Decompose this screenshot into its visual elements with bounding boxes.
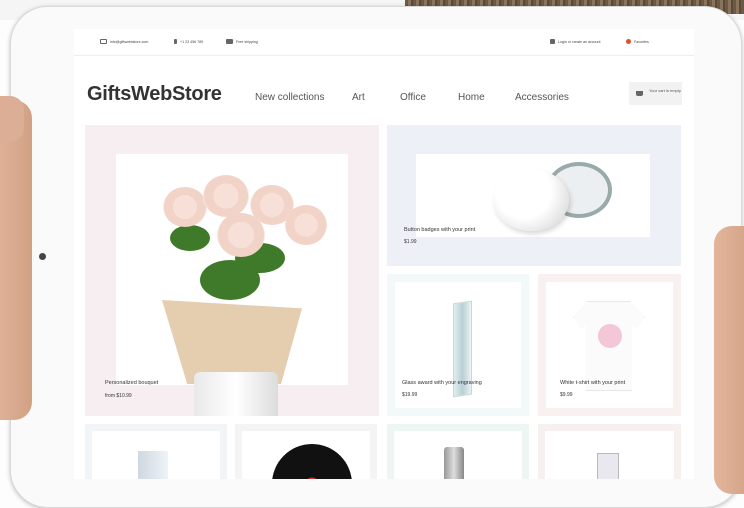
product-price: from $10.99 bbox=[105, 393, 132, 399]
store-screen: info@giftswebstore.com +1 23 456 789 Fre… bbox=[74, 29, 694, 479]
product-card-badges[interactable]: Button badges with your print $1.99 bbox=[387, 125, 681, 266]
heart-icon bbox=[626, 39, 631, 44]
phone-link[interactable]: +1 23 456 789 bbox=[174, 39, 203, 44]
nav-office[interactable]: Office bbox=[400, 92, 426, 103]
rose-image bbox=[163, 187, 207, 227]
left-thumb bbox=[0, 96, 24, 142]
tshirt-print-image bbox=[598, 324, 622, 348]
store-logo[interactable]: GiftsWebStore bbox=[87, 83, 222, 106]
product-name: Personalized bouquet bbox=[105, 380, 159, 386]
thermos-image bbox=[444, 447, 464, 479]
product-card-glass-award[interactable]: Glass award with your engraving $19.99 bbox=[387, 274, 529, 416]
product-image-frame bbox=[546, 282, 673, 408]
phone-text: +1 23 456 789 bbox=[180, 39, 204, 44]
product-image bbox=[138, 451, 168, 479]
rose-image bbox=[285, 205, 327, 245]
email-link[interactable]: info@giftswebstore.com bbox=[100, 39, 148, 44]
phone-icon bbox=[174, 39, 177, 44]
top-bar: info@giftswebstore.com +1 23 456 789 Fre… bbox=[74, 29, 694, 56]
product-image-frame bbox=[395, 282, 521, 408]
cart-button[interactable]: Your cart is empty bbox=[629, 82, 682, 105]
product-card-partial[interactable] bbox=[387, 424, 529, 479]
product-image-frame bbox=[242, 431, 370, 479]
vinyl-record-image bbox=[272, 444, 352, 479]
nav-art[interactable]: Art bbox=[352, 92, 365, 103]
right-hand bbox=[714, 226, 744, 494]
tablet-camera bbox=[39, 253, 46, 260]
nav-accessories[interactable]: Accessories bbox=[515, 92, 569, 103]
product-name: Glass award with your engraving bbox=[402, 380, 482, 386]
shipping-text: Free shipping bbox=[236, 39, 258, 44]
email-text: info@giftswebstore.com bbox=[110, 39, 149, 44]
product-price: $9.99 bbox=[560, 392, 573, 398]
product-name: White t-shirt with your print bbox=[560, 380, 626, 386]
product-card-partial[interactable] bbox=[235, 424, 377, 479]
product-image bbox=[597, 453, 619, 479]
product-name: Button badges with your print bbox=[404, 227, 476, 233]
leaf-image bbox=[170, 225, 210, 251]
vase-image bbox=[194, 372, 278, 416]
left-hand bbox=[0, 100, 32, 420]
product-price: $19.99 bbox=[402, 392, 418, 398]
login-text: Login or create an account bbox=[558, 39, 601, 44]
favorites-text: Favorites bbox=[634, 39, 649, 44]
product-card-tshirt[interactable]: White t-shirt with your print $9.99 bbox=[538, 274, 681, 416]
cart-icon bbox=[636, 91, 643, 96]
product-image-frame bbox=[416, 154, 650, 237]
product-image-frame bbox=[394, 431, 522, 479]
mail-icon bbox=[100, 39, 107, 44]
product-card-bouquet[interactable]: Personalized bouquet from $10.99 bbox=[85, 125, 379, 416]
button-badge-image bbox=[493, 169, 569, 231]
nav-new-collections[interactable]: New collections bbox=[255, 92, 324, 103]
login-icon bbox=[550, 39, 555, 44]
product-price: $1.99 bbox=[404, 239, 417, 245]
rose-image bbox=[217, 213, 265, 257]
login-link[interactable]: Login or create an account bbox=[550, 39, 601, 44]
product-image-frame bbox=[92, 431, 220, 479]
product-image-frame bbox=[545, 431, 674, 479]
cart-status: Your cart is empty bbox=[649, 88, 681, 93]
favorites-link[interactable]: Favorites bbox=[626, 39, 649, 44]
leaf-image bbox=[200, 260, 260, 300]
truck-icon bbox=[226, 39, 233, 44]
product-card-partial[interactable] bbox=[538, 424, 681, 479]
shipping-link[interactable]: Free shipping bbox=[226, 39, 258, 44]
product-card-partial[interactable] bbox=[85, 424, 227, 479]
nav-home[interactable]: Home bbox=[458, 92, 485, 103]
rose-image bbox=[203, 175, 249, 217]
